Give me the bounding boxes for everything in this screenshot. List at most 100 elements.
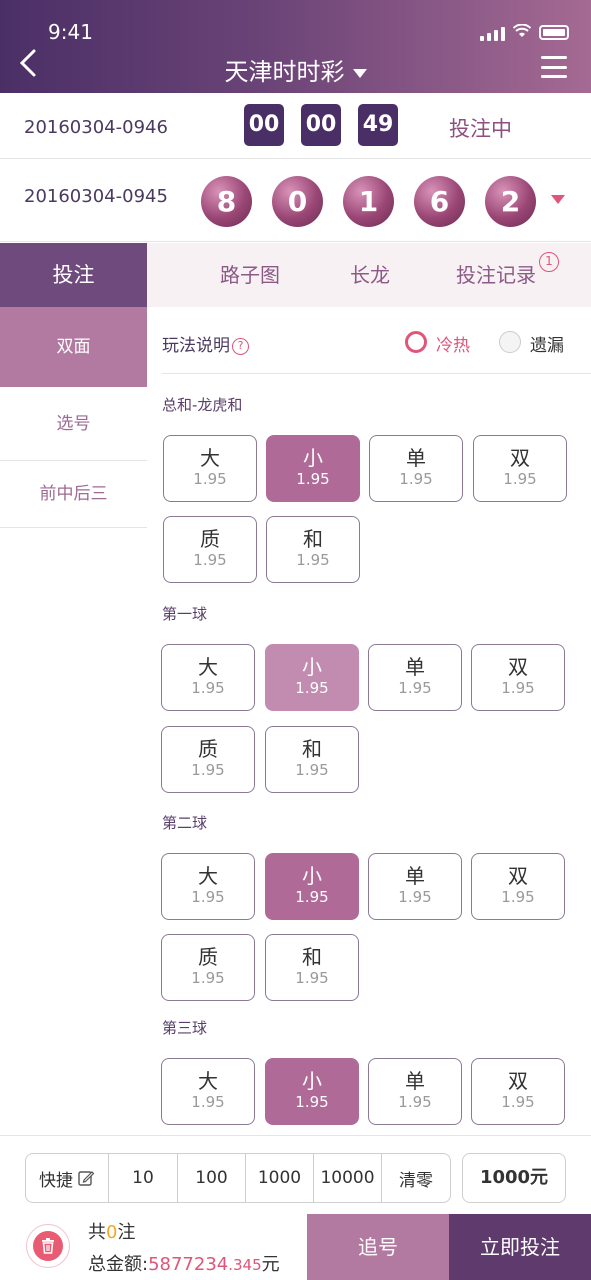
bet-panel: 玩法说明? 冷热 遗漏 总和-龙虎和 大 1.95 小 1.95 单 1.95 双 1.… bbox=[147, 307, 591, 1135]
chase-button[interactable]: 追号 bbox=[307, 1214, 449, 1280]
bet-odds: 1.95 bbox=[398, 1093, 432, 1111]
bet-odds: 1.95 bbox=[191, 679, 225, 697]
battery-icon bbox=[539, 25, 569, 40]
bet-odds: 1.95 bbox=[191, 1093, 225, 1111]
bet-name: 双 bbox=[510, 446, 530, 470]
expand-history-icon[interactable] bbox=[551, 195, 565, 204]
last-draw-row[interactable]: 20160304-0945 8 0 1 6 2 bbox=[0, 160, 591, 242]
bet-amount-input[interactable]: 1000元 bbox=[462, 1153, 566, 1203]
bet-button[interactable]: 小 1.95 bbox=[265, 853, 359, 920]
current-issue: 20160304-0946 bbox=[24, 117, 168, 138]
bet-button[interactable]: 和 1.95 bbox=[265, 934, 359, 1001]
bet-odds: 1.95 bbox=[193, 551, 227, 569]
bet-button[interactable]: 小 1.95 bbox=[265, 644, 359, 711]
bet-button[interactable]: 双 1.95 bbox=[471, 1058, 565, 1125]
quick-bet-bar: 快捷 10 100 1000 10000 清零 bbox=[25, 1153, 451, 1203]
app-header: 9:41 天津时时彩 bbox=[0, 0, 591, 93]
bet-button[interactable]: 质 1.95 bbox=[161, 726, 255, 793]
bet-name: 大 bbox=[200, 446, 220, 470]
count-value: 0 bbox=[106, 1222, 118, 1243]
total-dec: .345 bbox=[228, 1256, 262, 1274]
tab-road-map[interactable]: 路子图 bbox=[220, 243, 280, 307]
sidebar-item-two-sides[interactable]: 双面 bbox=[0, 307, 147, 387]
bet-odds: 1.95 bbox=[399, 470, 433, 488]
sidebar-item-front-mid-back[interactable]: 前中后三 bbox=[0, 461, 147, 528]
bet-button[interactable]: 质 1.95 bbox=[163, 516, 257, 583]
bet-name: 质 bbox=[198, 945, 218, 969]
tab-bet[interactable]: 投注 bbox=[0, 243, 147, 307]
trash-icon bbox=[33, 1231, 63, 1261]
bet-name: 双 bbox=[508, 655, 528, 679]
hot-cold-radio[interactable] bbox=[405, 331, 427, 353]
bet-name: 质 bbox=[200, 527, 220, 551]
bet-odds: 1.95 bbox=[501, 679, 535, 697]
bet-name: 双 bbox=[508, 1069, 528, 1093]
timer-minutes: 00 bbox=[301, 104, 341, 146]
trash-button[interactable] bbox=[26, 1224, 70, 1268]
game-title-dropdown[interactable]: 天津时时彩 bbox=[0, 52, 591, 87]
bet-button[interactable]: 质 1.95 bbox=[161, 934, 255, 1001]
quick-amount-button[interactable]: 1000 bbox=[246, 1154, 314, 1202]
bet-name: 大 bbox=[198, 655, 218, 679]
bet-button[interactable]: 小 1.95 bbox=[266, 435, 360, 502]
clear-button[interactable]: 清零 bbox=[382, 1154, 450, 1202]
bet-name: 大 bbox=[198, 1069, 218, 1093]
bet-name: 大 bbox=[198, 864, 218, 888]
bet-button[interactable]: 和 1.95 bbox=[266, 516, 360, 583]
bet-name: 单 bbox=[406, 446, 426, 470]
bet-button[interactable]: 小 1.95 bbox=[265, 1058, 359, 1125]
bet-button[interactable]: 双 1.95 bbox=[471, 644, 565, 711]
bet-now-button[interactable]: 立即投注 bbox=[449, 1214, 591, 1280]
bet-odds: 1.95 bbox=[191, 888, 225, 906]
bet-button[interactable]: 大 1.95 bbox=[161, 644, 255, 711]
bet-button[interactable]: 单 1.95 bbox=[368, 853, 462, 920]
bet-button[interactable]: 大 1.95 bbox=[161, 1058, 255, 1125]
rules-label: 玩法说明 bbox=[162, 336, 230, 356]
missing-label: 遗漏 bbox=[530, 336, 564, 356]
bet-button[interactable]: 双 1.95 bbox=[471, 853, 565, 920]
tab-bet-records[interactable]: 投注记录 bbox=[456, 243, 536, 307]
status-icons bbox=[480, 23, 569, 41]
tab-bar: 投注 路子图 长龙 投注记录 1 bbox=[0, 243, 591, 307]
tab-long-dragon[interactable]: 长龙 bbox=[350, 243, 390, 307]
bet-name: 小 bbox=[302, 1069, 322, 1093]
bet-odds: 1.95 bbox=[501, 888, 535, 906]
quick-amount-button[interactable]: 100 bbox=[178, 1154, 246, 1202]
timer-hours: 00 bbox=[244, 104, 284, 146]
bet-name: 质 bbox=[198, 737, 218, 761]
bet-count: 共0注 bbox=[88, 1218, 135, 1244]
result-ball: 6 bbox=[414, 176, 465, 227]
quick-amount-button[interactable]: 10000 bbox=[314, 1154, 382, 1202]
result-ball: 1 bbox=[343, 176, 394, 227]
wifi-icon bbox=[512, 23, 532, 41]
bet-button[interactable]: 单 1.95 bbox=[369, 435, 463, 502]
bet-odds: 1.95 bbox=[501, 1093, 535, 1111]
missing-radio[interactable] bbox=[499, 331, 521, 353]
quick-amount-button[interactable]: 10 bbox=[109, 1154, 178, 1202]
bet-button[interactable]: 大 1.95 bbox=[161, 853, 255, 920]
rules-link[interactable]: 玩法说明? bbox=[162, 331, 249, 356]
bet-odds: 1.95 bbox=[296, 551, 330, 569]
caret-down-icon bbox=[352, 68, 367, 78]
bet-button[interactable]: 单 1.95 bbox=[368, 644, 462, 711]
countdown-row: 20160304-0946 00 00 49 投注中 bbox=[0, 93, 591, 159]
section-title: 第一球 bbox=[162, 605, 208, 623]
count-prefix: 共 bbox=[88, 1222, 106, 1243]
menu-icon[interactable] bbox=[541, 56, 567, 78]
bet-name: 和 bbox=[303, 527, 323, 551]
bet-name: 小 bbox=[302, 864, 322, 888]
result-ball: 0 bbox=[272, 176, 323, 227]
bet-button[interactable]: 和 1.95 bbox=[265, 726, 359, 793]
bet-button[interactable]: 单 1.95 bbox=[368, 1058, 462, 1125]
bet-button[interactable]: 双 1.95 bbox=[473, 435, 567, 502]
currency: 元 bbox=[261, 1254, 280, 1275]
bet-odds: 1.95 bbox=[398, 679, 432, 697]
bet-button[interactable]: 大 1.95 bbox=[163, 435, 257, 502]
sidebar-item-pick-number[interactable]: 选号 bbox=[0, 387, 147, 461]
count-suffix: 注 bbox=[117, 1222, 136, 1243]
bet-odds: 1.95 bbox=[295, 761, 329, 779]
signal-icon bbox=[480, 25, 505, 41]
bet-name: 单 bbox=[405, 655, 425, 679]
betting-status: 投注中 bbox=[449, 117, 512, 141]
quick-edit-button[interactable]: 快捷 bbox=[26, 1154, 109, 1202]
